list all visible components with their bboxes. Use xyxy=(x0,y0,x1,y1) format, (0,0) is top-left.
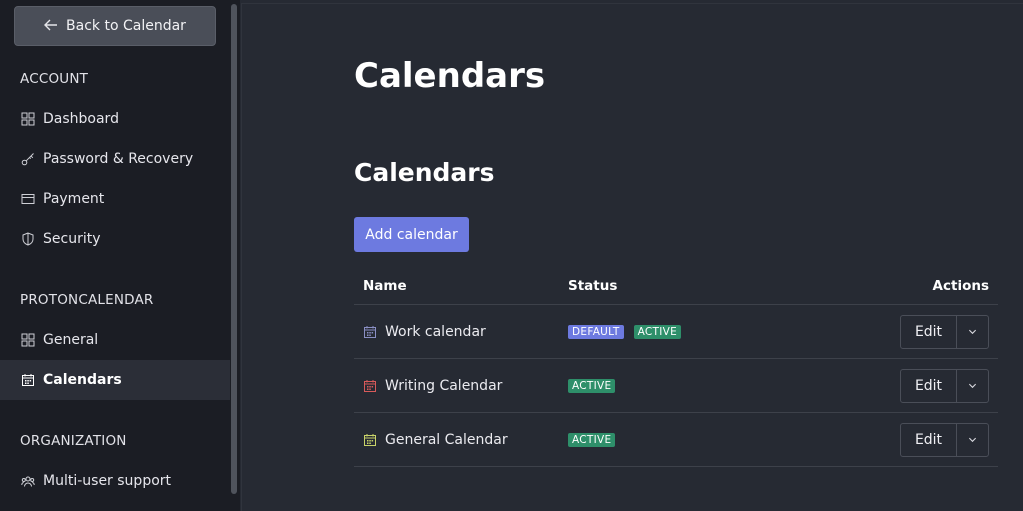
chevron-down-icon[interactable] xyxy=(957,316,988,348)
sidebar-item-password-recovery[interactable]: Password & Recovery xyxy=(0,139,230,179)
edit-button[interactable]: Edit xyxy=(901,423,957,456)
sidebar-item-label: Payment xyxy=(43,191,105,207)
key-icon xyxy=(20,152,35,167)
sidebar-item-label: Multi-user support xyxy=(43,473,172,489)
section-title-protoncalendar: PROTONCALENDAR xyxy=(20,292,154,308)
sidebar: Back to Calendar ACCOUNT Dashboard Passw… xyxy=(0,0,240,511)
section-title-organization: ORGANIZATION xyxy=(20,433,127,449)
calendar-name: Writing Calendar xyxy=(385,377,503,394)
table-header: Name Status Actions xyxy=(354,268,998,305)
page-title: Calendars xyxy=(354,56,546,96)
sidebar-item-payment[interactable]: Payment xyxy=(0,179,230,219)
edit-split-button: Edit xyxy=(900,422,989,457)
column-header-status: Status xyxy=(568,278,618,294)
sidebar-item-label: Security xyxy=(43,231,101,247)
edit-button[interactable]: Edit xyxy=(901,315,957,348)
back-to-calendar-button[interactable]: Back to Calendar xyxy=(14,6,216,46)
status-badge-active: ACTIVE xyxy=(568,432,616,447)
edit-button[interactable]: Edit xyxy=(901,369,957,402)
table-row: General Calendar ACTIVE Edit xyxy=(354,413,998,467)
calendar-icon xyxy=(363,379,377,393)
section-title-account: ACCOUNT xyxy=(20,71,89,87)
calendar-icon xyxy=(363,325,377,339)
status-badge-active: ACTIVE xyxy=(633,324,682,339)
sidebar-item-dashboard[interactable]: Dashboard xyxy=(0,99,230,139)
main-content: Calendars Calendars Add calendar Name St… xyxy=(241,3,1023,511)
add-calendar-button[interactable]: Add calendar xyxy=(354,217,469,252)
grid-icon xyxy=(20,112,35,127)
sidebar-item-security[interactable]: Security xyxy=(0,219,230,259)
credit-card-icon xyxy=(20,192,35,207)
table-row: Writing Calendar ACTIVE Edit xyxy=(354,359,998,413)
sidebar-item-calendars[interactable]: Calendars xyxy=(0,360,230,400)
edit-split-button: Edit xyxy=(900,368,989,403)
chevron-down-icon[interactable] xyxy=(957,370,988,402)
column-header-name: Name xyxy=(363,278,407,294)
arrow-left-icon xyxy=(44,17,58,35)
calendar-name: General Calendar xyxy=(385,431,508,448)
section-heading: Calendars xyxy=(354,158,495,187)
calendar-icon xyxy=(20,373,35,388)
users-icon xyxy=(20,474,35,489)
sidebar-item-label: General xyxy=(43,332,99,348)
calendar-icon xyxy=(363,433,377,447)
grid-icon xyxy=(20,333,35,348)
table-row: Work calendar DEFAULT ACTIVE Edit xyxy=(354,305,998,359)
column-header-actions: Actions xyxy=(932,278,989,294)
sidebar-item-general[interactable]: General xyxy=(0,320,230,360)
calendars-table: Name Status Actions Work calendar DEFAUL… xyxy=(354,268,998,467)
sidebar-scrollbar[interactable] xyxy=(231,4,237,494)
sidebar-item-label: Dashboard xyxy=(43,111,119,127)
status-badge-active: ACTIVE xyxy=(568,378,616,393)
back-to-calendar-label: Back to Calendar xyxy=(66,18,186,34)
sidebar-item-label: Calendars xyxy=(43,372,122,388)
chevron-down-icon[interactable] xyxy=(957,424,988,456)
sidebar-item-label: Password & Recovery xyxy=(43,151,194,167)
edit-split-button: Edit xyxy=(900,314,989,349)
calendar-name: Work calendar xyxy=(385,323,486,340)
status-badge-default: DEFAULT xyxy=(568,324,624,339)
shield-icon xyxy=(20,232,35,247)
sidebar-item-multi-user-support[interactable]: Multi-user support xyxy=(0,461,230,501)
